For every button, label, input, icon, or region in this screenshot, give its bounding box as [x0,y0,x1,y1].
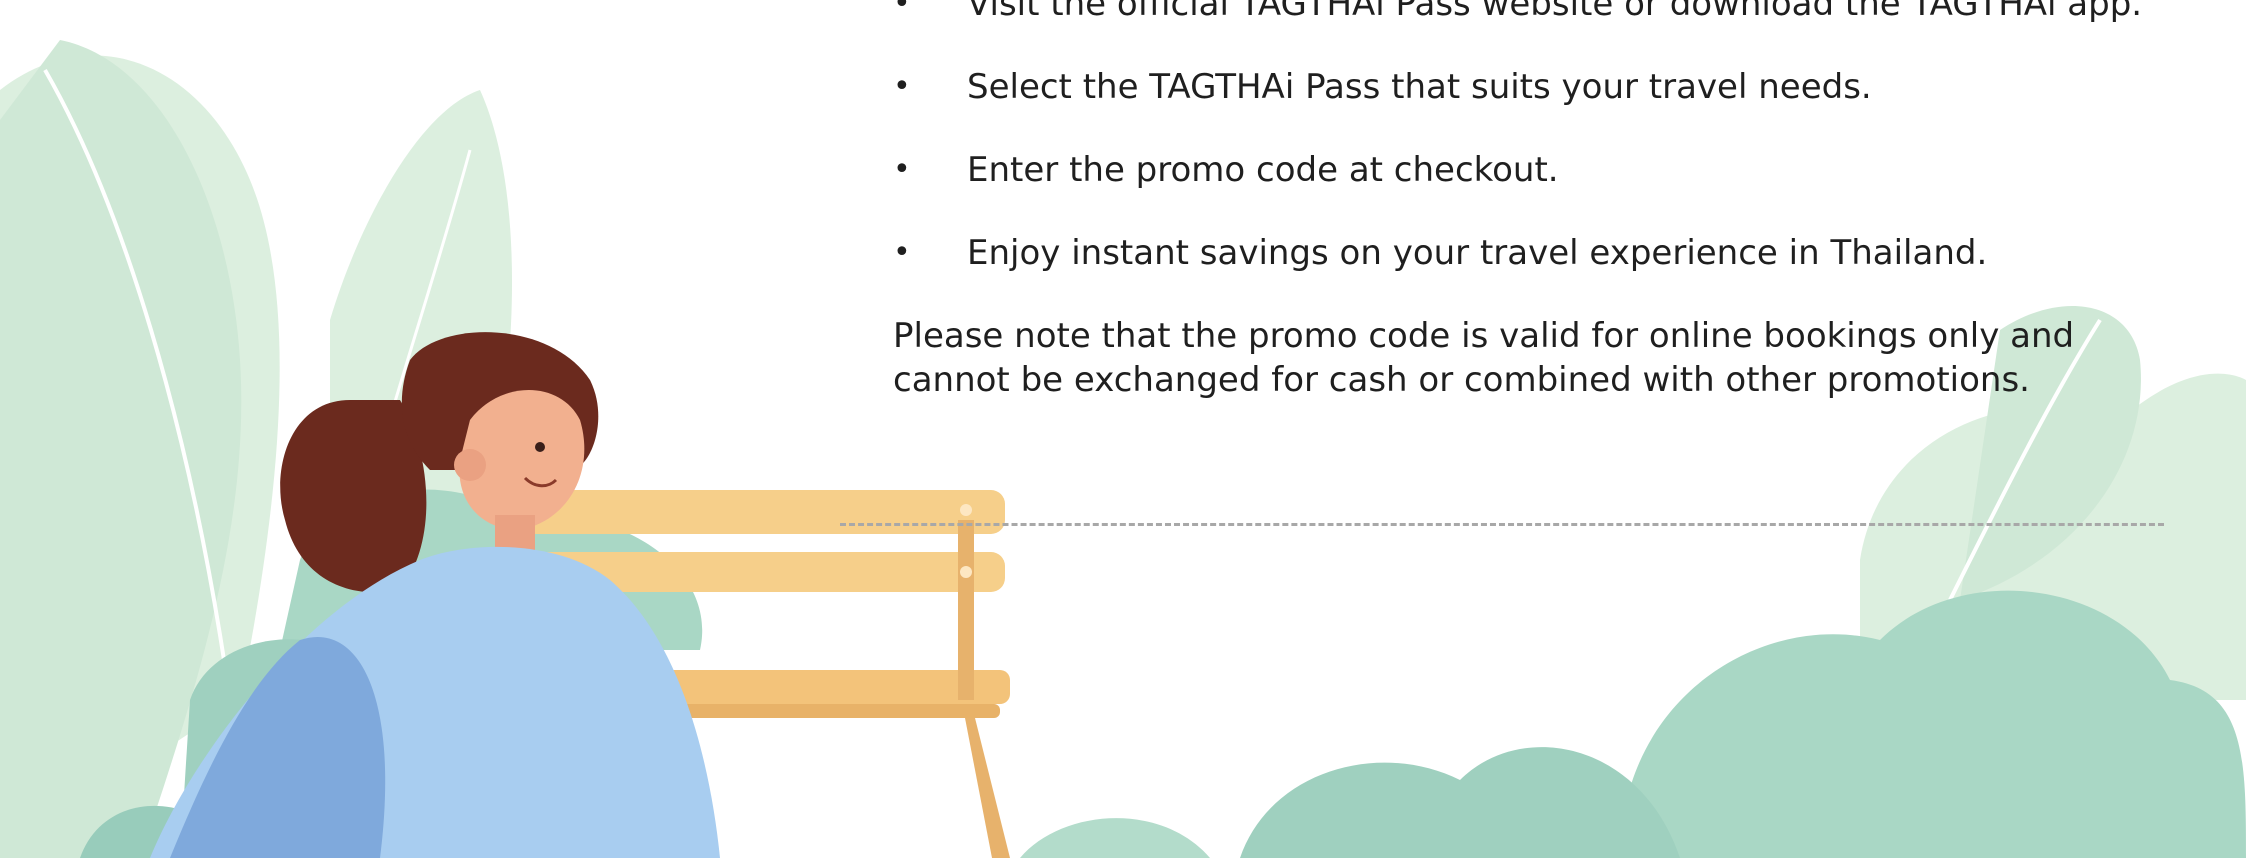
bench-bolt-2 [960,566,972,578]
step-text: Enjoy instant savings on your travel exp… [967,233,1988,273]
list-item: • Select the TAGTHAi Pass that suits you… [893,65,2193,109]
ear [454,449,486,481]
bench-back-top [520,490,1005,534]
dashed-divider [840,523,2164,526]
step-text: Select the TAGTHAi Pass that suits your … [967,67,1872,107]
step-text: Enter the promo code at checkout. [967,150,1559,190]
list-item: • Enter the promo code at checkout. [893,148,2193,192]
eye [535,442,545,452]
bullet: • [893,69,911,104]
promo-instructions: • Visit the official TAGTHAi Pass websit… [893,0,2193,402]
step-text: Visit the official TAGTHAi Pass website … [967,0,2143,24]
right-bush-3 [1020,818,1210,858]
bullet: • [893,152,911,187]
bullet: • [893,0,911,21]
bullet: • [893,235,911,270]
promo-note: Please note that the promo code is valid… [893,316,2075,400]
right-bush-2 [1240,747,1680,858]
steps-list: • Visit the official TAGTHAi Pass websit… [893,0,2193,275]
bench-bolt-1 [960,504,972,516]
list-item: • Visit the official TAGTHAi Pass websit… [893,0,2193,26]
bench-post [958,520,974,700]
bench-leg [965,718,1010,858]
page: • Visit the official TAGTHAi Pass websit… [0,0,2246,858]
list-item: • Enjoy instant savings on your travel e… [893,231,2193,275]
